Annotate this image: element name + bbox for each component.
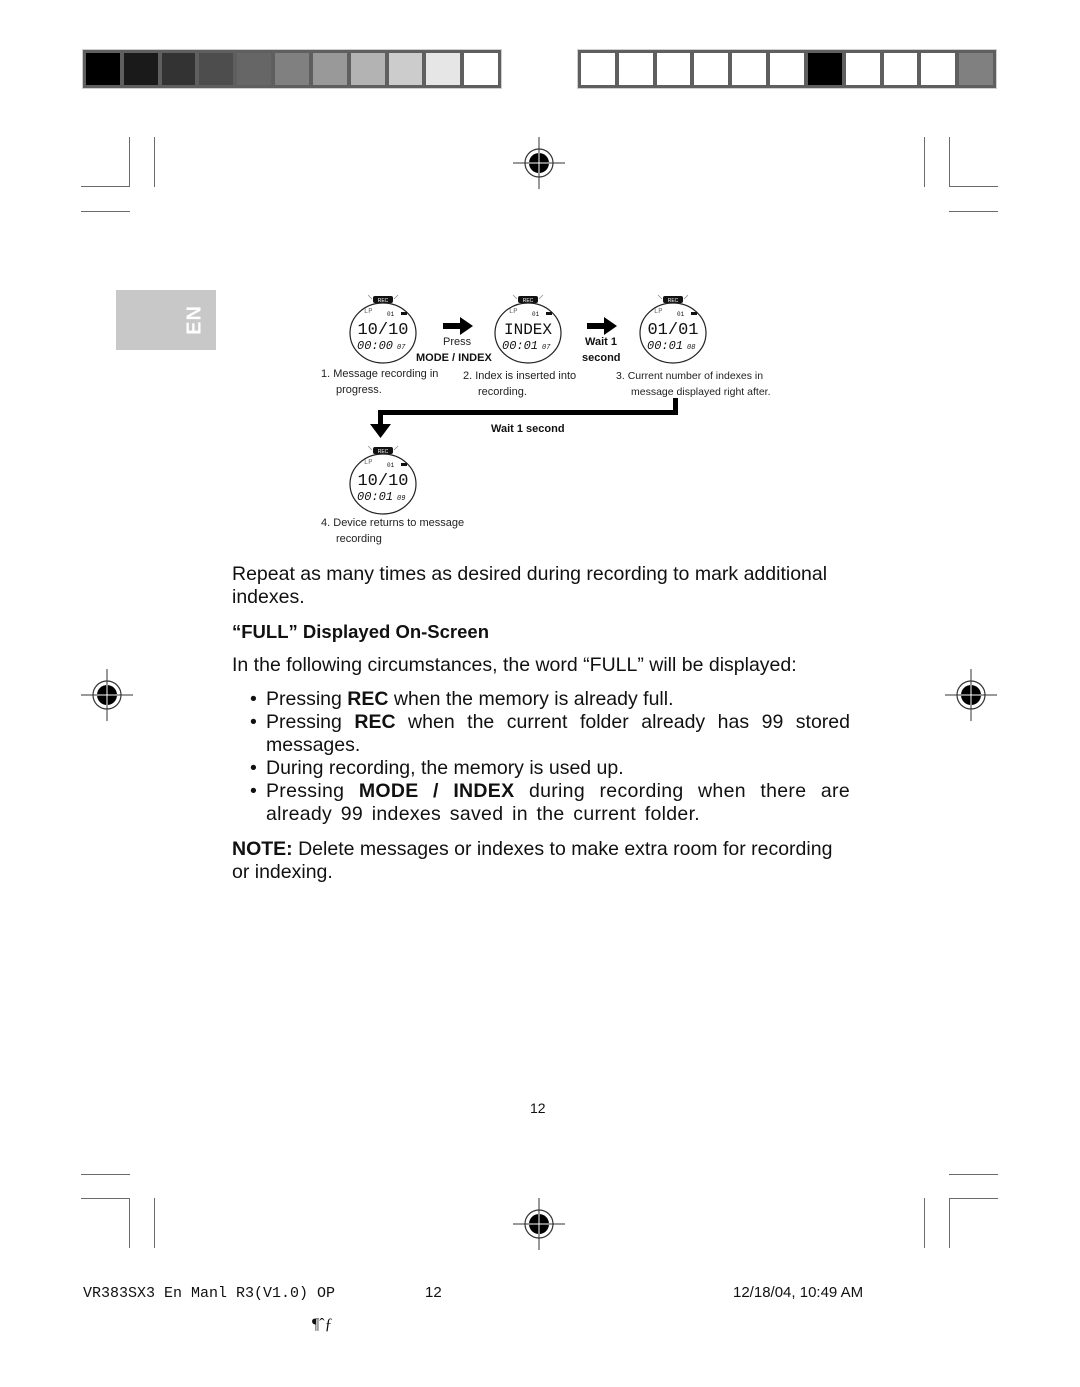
lead-paragraph: In the following circumstances, the word… — [232, 654, 797, 676]
arrow-label-mode-index: MODE / INDEX — [416, 352, 492, 364]
lcd-small-text: 07 — [542, 344, 551, 352]
color-swatch — [350, 53, 385, 85]
svg-text:LP: LP — [364, 459, 372, 467]
color-swatch — [388, 53, 423, 85]
registration-mark-right-icon — [945, 669, 997, 721]
color-swatch — [807, 53, 842, 85]
color-swatch — [883, 53, 918, 85]
lcd-screen-3: REC LP 01 01/01 00:01 08 — [639, 294, 707, 364]
lcd-screen-4: REC LP 01 10/10 00:01 09 — [349, 445, 417, 515]
arrow-label-wait: Wait 1 — [585, 336, 617, 348]
color-swatch — [275, 53, 309, 85]
svg-text:01: 01 — [387, 462, 395, 469]
lcd-small-text: 07 — [397, 344, 406, 352]
footer-datetime: 12/18/04, 10:49 AM — [733, 1284, 864, 1301]
color-swatch — [199, 53, 234, 85]
lcd-time-text: 00:00 — [357, 339, 393, 353]
list-item: During recording, the memory is used up. — [250, 757, 850, 780]
note-label: NOTE: — [232, 838, 293, 860]
arrow-label-second: second — [582, 352, 621, 364]
lcd-small-text: 09 — [397, 495, 405, 503]
color-swatch — [237, 53, 272, 85]
registration-mark-top-icon — [513, 137, 565, 189]
arrow-label-press: Press — [443, 336, 472, 348]
color-swatch — [86, 53, 120, 85]
page-number: 12 — [530, 1100, 546, 1116]
color-swatch — [656, 53, 691, 85]
section-heading: “FULL” Displayed On-Screen — [232, 621, 489, 642]
lcd-time-text: 00:01 — [647, 339, 683, 353]
lcd-top-text: 10/10 — [357, 472, 408, 491]
caption-2: 2. Index is inserted into recording. — [463, 370, 577, 398]
color-swatch — [581, 53, 615, 85]
color-swatch — [845, 53, 880, 85]
footer-filename: VR383SX3 En Manl R3(V1.0) OP — [83, 1285, 336, 1302]
footer-glyphs: ¶ˆƒ — [312, 1316, 333, 1333]
intro-paragraph: Repeat as many times as desired during r… — [232, 563, 828, 608]
caption-1: 1. Message recording in progress. — [321, 368, 439, 396]
lcd-top-text: 01/01 — [647, 321, 698, 340]
color-swatch — [959, 53, 993, 85]
color-swatch — [770, 53, 804, 85]
right-arrow-icon — [587, 317, 617, 335]
registration-color-bar — [577, 49, 997, 89]
color-swatch — [618, 53, 653, 85]
color-swatch — [464, 53, 498, 85]
lcd-screen-2: REC LP 01 INDEX 00:01 07 — [494, 294, 562, 364]
svg-text:01: 01 — [387, 311, 395, 318]
svg-text:LP: LP — [364, 308, 372, 316]
return-label: Wait 1 second — [491, 423, 565, 435]
list-item: Pressing MODE / INDEX during recording w… — [250, 780, 850, 826]
language-tab: EN — [116, 290, 216, 350]
svg-text:01: 01 — [677, 311, 685, 318]
color-swatch — [123, 53, 158, 85]
list-item: Pressing REC when the memory is already … — [250, 688, 850, 711]
registration-mark-bottom-icon — [513, 1198, 565, 1250]
svg-text:LP: LP — [654, 308, 662, 316]
lcd-screen-1: REC LP 01 10/10 00:00 07 — [349, 294, 417, 364]
color-swatch — [694, 53, 729, 85]
grayscale-color-bar — [82, 49, 502, 89]
svg-text:01: 01 — [532, 311, 540, 318]
color-swatch — [732, 53, 767, 85]
lcd-top-text: 10/10 — [357, 321, 408, 340]
color-swatch — [161, 53, 196, 85]
language-tab-label: EN — [183, 305, 206, 335]
registration-mark-left-icon — [81, 669, 133, 721]
lcd-time-text: 00:01 — [502, 339, 538, 353]
footer-page: 12 — [425, 1284, 442, 1301]
list-item: Pressing REC when the current folder alr… — [250, 711, 850, 757]
caption-3: 3. Current number of indexes in message … — [616, 370, 771, 398]
color-swatch — [921, 53, 956, 85]
lcd-top-text: INDEX — [504, 321, 552, 339]
right-arrow-icon — [443, 317, 473, 335]
color-swatch — [426, 53, 461, 85]
conditions-list: Pressing REC when the memory is already … — [250, 688, 850, 826]
lcd-small-text: 08 — [687, 344, 695, 352]
svg-text:LP: LP — [509, 308, 517, 316]
lcd-time-text: 00:01 — [357, 490, 393, 504]
caption-4: 4. Device returns to message recording — [321, 517, 465, 545]
color-swatch — [312, 53, 347, 85]
note-paragraph: NOTE: Delete messages or indexes to make… — [232, 838, 833, 883]
